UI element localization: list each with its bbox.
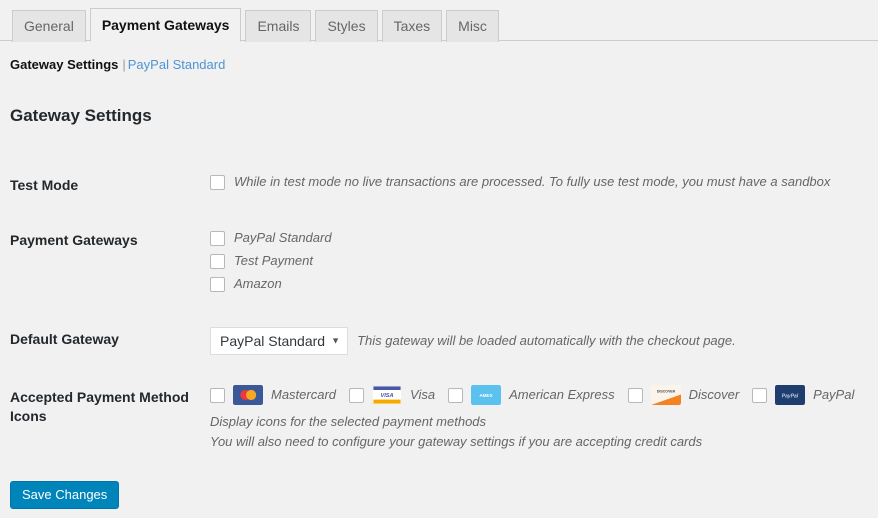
settings-page: General Payment Gateways Emails Styles Taxes…: [0, 0, 878, 518]
svg-text:PayPal: PayPal: [782, 393, 799, 399]
save-changes-button[interactable]: Save Changes: [10, 481, 120, 509]
payment-method-item: DISCOVER Discover: [627, 385, 740, 405]
paypal-icon: PayPal: [775, 385, 806, 405]
tab-payment-gateways[interactable]: Payment Gateways: [89, 8, 242, 42]
chevron-down-icon: ▼: [331, 335, 341, 346]
label-payment-gateways: Payment Gateways: [10, 232, 138, 248]
payment-method-label: Mastercard: [271, 387, 337, 402]
tab-strip: General Payment Gateways Emails Styles Taxes…: [12, 0, 878, 42]
field-payment-gateways: PayPal Standard Test Payment Amazon: [210, 213, 878, 312]
payment-method-list: Mastercard VISA Visa AMEX American Express DI…: [210, 385, 868, 405]
gateway-checkbox-paypal-standard[interactable]: [210, 230, 225, 246]
row-default-gateway: Default Gateway PayPal Standard ▼ This g…: [0, 312, 878, 370]
breadcrumb-separator: |: [122, 57, 126, 72]
default-gateway-selected-value: PayPal Standard: [220, 333, 326, 349]
tab-taxes[interactable]: Taxes: [381, 10, 443, 42]
visa-icon: VISA: [372, 385, 403, 405]
mastercard-icon: [233, 385, 263, 405]
default-gateway-select[interactable]: PayPal Standard ▼: [210, 327, 349, 355]
tab-misc[interactable]: Misc: [446, 10, 499, 42]
svg-text:DISCOVER: DISCOVER: [656, 390, 675, 394]
payment-method-label: PayPal: [813, 387, 855, 402]
payment-method-checkbox-mastercard[interactable]: [210, 387, 225, 403]
gateway-option-label: PayPal Standard: [234, 230, 332, 245]
submit-area: Save Changes: [10, 481, 120, 509]
breadcrumb: Gateway Settings | PayPal Standard: [10, 56, 225, 74]
label-test-mode: Test Mode: [10, 177, 79, 193]
test-mode-checkbox[interactable]: [210, 174, 225, 190]
gateway-option: Test Payment: [210, 251, 868, 271]
gateway-checkbox-test-payment[interactable]: [210, 253, 225, 269]
payment-method-label: American Express: [509, 387, 615, 402]
gateway-option-label: Test Payment: [234, 253, 314, 268]
gateway-checkbox-list: PayPal Standard Test Payment Amazon: [210, 228, 868, 294]
label-default-gateway: Default Gateway: [10, 331, 119, 347]
page-title: Gateway Settings: [10, 106, 152, 125]
gateway-checkbox-amazon[interactable]: [210, 276, 225, 292]
payment-method-notes: Display icons for the selected payment m…: [210, 412, 868, 452]
payment-method-checkbox-visa[interactable]: [349, 387, 365, 403]
payment-method-item: AMEX American Express: [448, 385, 615, 405]
breadcrumb-link-paypal-standard[interactable]: PayPal Standard: [128, 57, 226, 72]
payment-method-label: Discover: [688, 387, 740, 402]
gateway-option: Amazon: [210, 274, 868, 294]
amex-icon: AMEX: [471, 385, 502, 405]
field-accepted-payment-icons: Mastercard VISA Visa AMEX American Express DI…: [210, 370, 878, 467]
payment-method-checkbox-discover[interactable]: [627, 387, 643, 403]
field-default-gateway: PayPal Standard ▼ This gateway will be l…: [210, 312, 878, 370]
payment-method-checkbox-paypal[interactable]: [752, 387, 768, 403]
settings-form-table: Test Mode While in test mode no live tra…: [0, 158, 878, 467]
tab-general[interactable]: General: [12, 10, 86, 42]
test-mode-description: While in test mode no live transactions …: [234, 174, 831, 189]
payment-method-item: PayPal PayPal: [752, 385, 854, 405]
gateway-option-label: Amazon: [234, 276, 282, 291]
svg-text:VISA: VISA: [381, 393, 394, 399]
row-payment-gateways: Payment Gateways PayPal Standard Test Pay…: [0, 213, 878, 312]
payment-method-item: VISA Visa: [349, 385, 435, 405]
tab-styles[interactable]: Styles: [315, 10, 378, 42]
row-test-mode: Test Mode While in test mode no live tra…: [0, 158, 878, 213]
svg-text:AMEX: AMEX: [479, 393, 493, 398]
payment-method-note: You will also need to configure your gat…: [210, 434, 703, 449]
row-accepted-payment-icons: Accepted Payment Method Icons Mastercard…: [0, 370, 878, 467]
discover-icon: DISCOVER: [650, 385, 681, 405]
tab-emails[interactable]: Emails: [245, 10, 312, 42]
breadcrumb-current: Gateway Settings: [10, 57, 119, 72]
label-accepted-payment-icons: Accepted Payment Method Icons: [10, 389, 189, 424]
payment-method-item: Mastercard: [210, 385, 336, 405]
gateway-option: PayPal Standard: [210, 228, 868, 248]
payment-method-note: Display icons for the selected payment m…: [210, 414, 487, 429]
default-gateway-description: This gateway will be loaded automaticall…: [357, 333, 736, 348]
payment-method-checkbox-american-express[interactable]: [448, 387, 464, 403]
payment-method-label: Visa: [410, 387, 436, 402]
field-test-mode: While in test mode no live transactions …: [210, 158, 878, 213]
tab-bar: General Payment Gateways Emails Styles Taxes…: [0, 0, 878, 42]
